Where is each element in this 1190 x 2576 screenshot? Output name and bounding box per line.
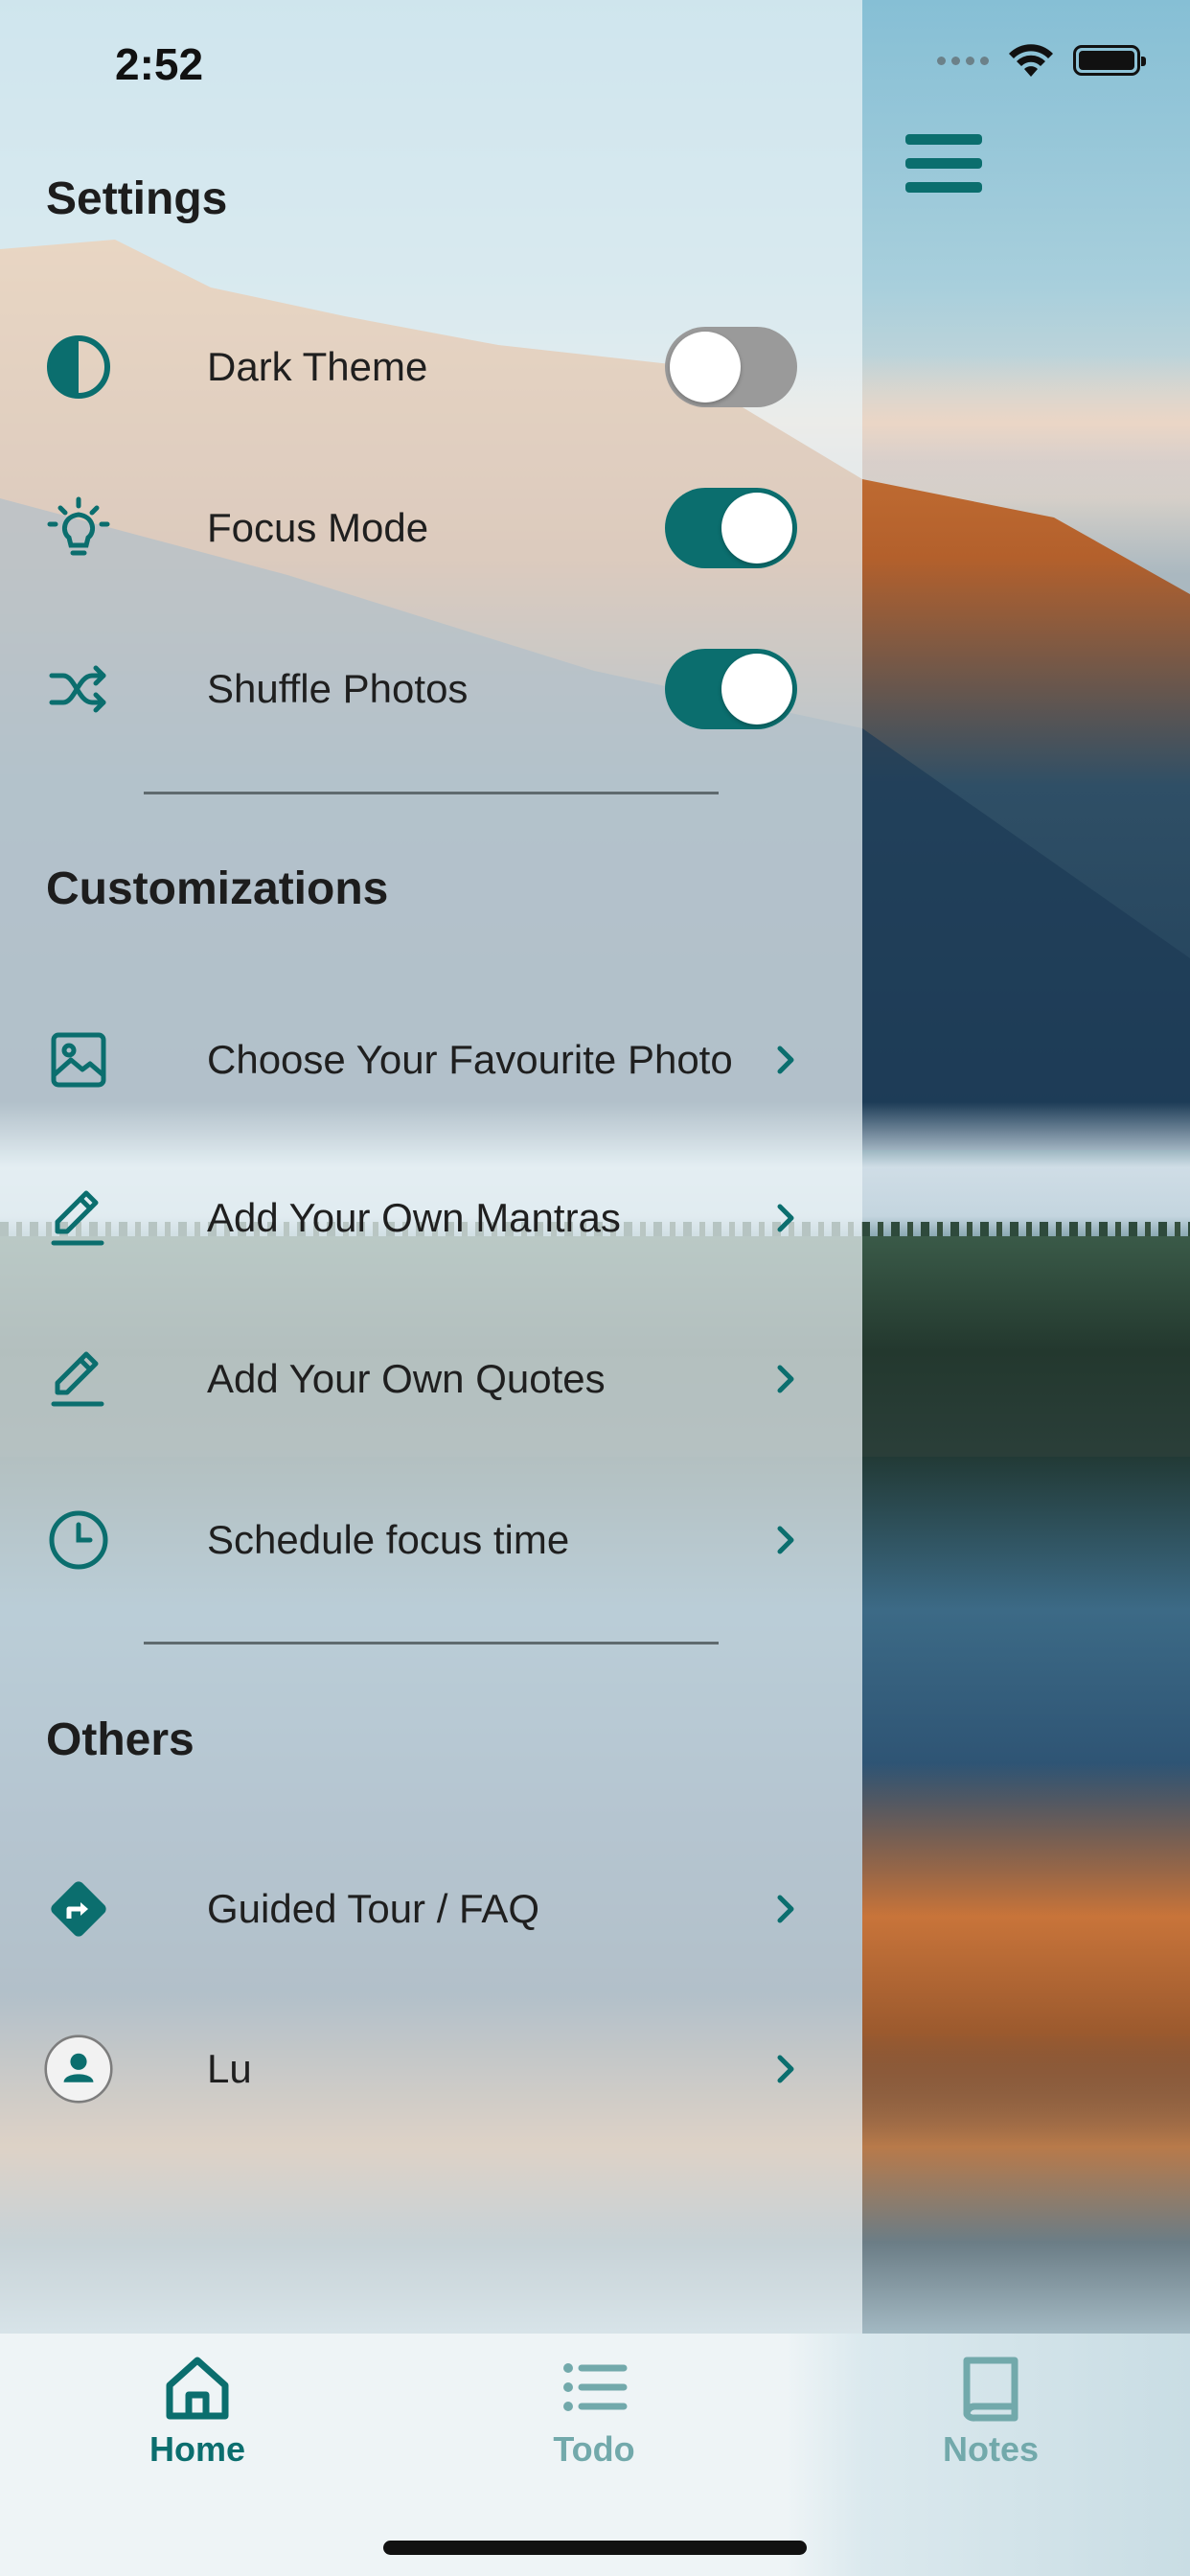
dark-theme-toggle[interactable] — [665, 327, 797, 407]
list-icon — [563, 2363, 628, 2411]
section-title-customizations: Customizations — [46, 863, 389, 914]
customization-row-schedule[interactable]: Schedule focus time — [0, 1473, 862, 1607]
tab-todo[interactable]: Todo — [450, 2353, 738, 2496]
section-title-settings: Settings — [46, 173, 228, 224]
customization-row-mantras[interactable]: Add Your Own Mantras — [0, 1151, 862, 1285]
wifi-icon — [1009, 44, 1053, 77]
tab-notes-label: Notes — [942, 2429, 1040, 2469]
clock-icon — [44, 1506, 113, 1575]
chevron-right-icon — [777, 1204, 794, 1232]
others-row-guided-tour[interactable]: Guided Tour / FAQ — [0, 1842, 862, 1976]
tab-home-label: Home — [149, 2429, 246, 2469]
menu-button[interactable] — [905, 134, 982, 201]
setting-row-focus-mode[interactable]: Focus Mode — [0, 461, 862, 595]
customization-label: Choose Your Favourite Photo — [207, 1037, 733, 1082]
shuffle-photos-toggle[interactable] — [665, 649, 797, 729]
chevron-right-icon — [777, 1895, 794, 1923]
image-icon — [44, 1025, 113, 1094]
tab-home[interactable]: Home — [54, 2353, 341, 2496]
chevron-right-icon — [777, 2055, 794, 2083]
cellular-signal-icon — [937, 56, 989, 65]
setting-row-dark-theme[interactable]: Dark Theme — [0, 300, 862, 434]
customization-label: Add Your Own Quotes — [207, 1356, 606, 1401]
shuffle-icon — [44, 655, 113, 724]
contrast-icon — [44, 333, 113, 402]
focus-mode-toggle[interactable] — [665, 488, 797, 568]
customization-label: Schedule focus time — [207, 1517, 570, 1562]
setting-label: Focus Mode — [207, 505, 429, 550]
directions-icon — [44, 1874, 113, 1944]
status-time: 2:52 — [115, 39, 204, 89]
chevron-right-icon — [777, 1365, 794, 1393]
home-indicator — [383, 2541, 807, 2555]
customization-row-favourite-photo[interactable]: Choose Your Favourite Photo — [0, 993, 862, 1127]
book-icon — [963, 2357, 1018, 2422]
others-label: Guided Tour / FAQ — [207, 1886, 540, 1931]
lightbulb-icon — [44, 494, 113, 563]
setting-row-shuffle-photos[interactable]: Shuffle Photos — [0, 622, 862, 756]
section-title-others: Others — [46, 1714, 195, 1765]
battery-icon — [1073, 45, 1146, 76]
divider — [144, 1642, 719, 1644]
tab-todo-label: Todo — [553, 2429, 635, 2469]
profile-name: Lu — [207, 2046, 252, 2091]
customization-row-quotes[interactable]: Add Your Own Quotes — [0, 1312, 862, 1446]
chevron-right-icon — [777, 1526, 794, 1554]
home-icon — [166, 2357, 229, 2420]
setting-label: Shuffle Photos — [207, 666, 469, 711]
chevron-right-icon — [777, 1046, 794, 1074]
divider — [144, 792, 719, 794]
setting-label: Dark Theme — [207, 344, 428, 389]
pencil-icon — [44, 1184, 113, 1253]
avatar-icon — [44, 2035, 113, 2104]
tab-notes[interactable]: Notes — [847, 2353, 1134, 2496]
status-indicators — [937, 42, 1146, 79]
customization-label: Add Your Own Mantras — [207, 1195, 621, 1240]
others-row-profile[interactable]: Lu — [0, 2002, 862, 2136]
pencil-icon — [44, 1345, 113, 1414]
